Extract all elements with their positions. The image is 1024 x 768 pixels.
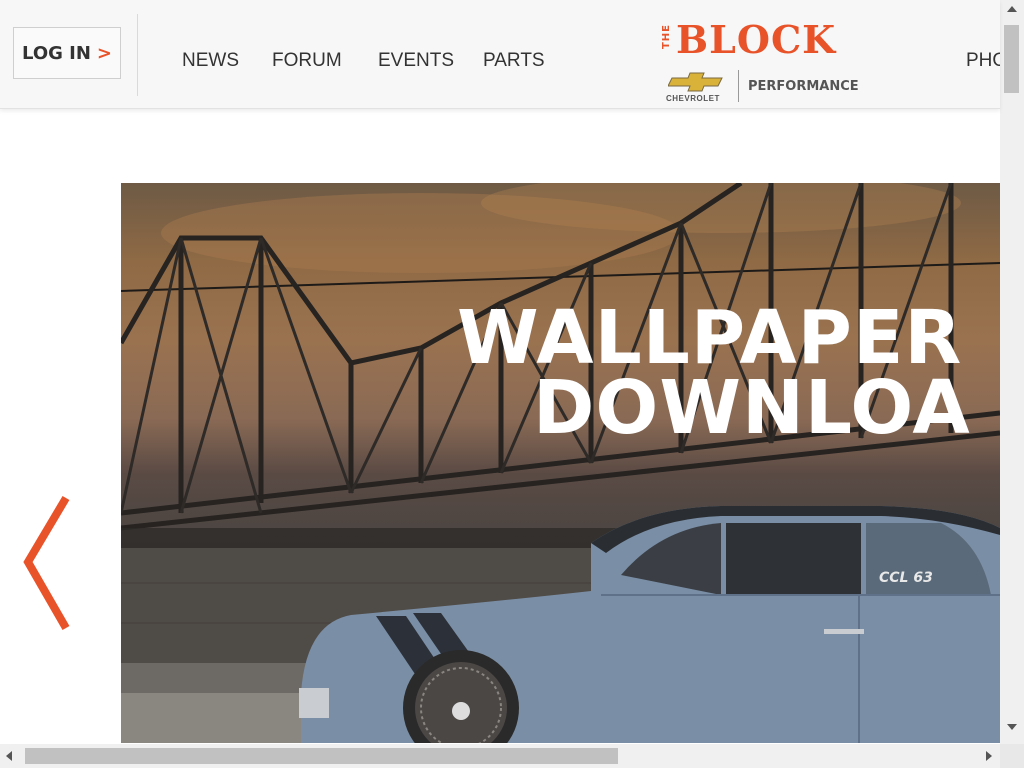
nav-events[interactable]: EVENTS xyxy=(378,50,454,72)
vertical-scrollbar[interactable] xyxy=(1000,0,1024,744)
site-header: LOG IN > NEWS FORUM EVENTS PARTS THE BLO… xyxy=(0,0,1000,109)
horizontal-scrollbar[interactable] xyxy=(0,744,1000,768)
window-plate-text: CCL 63 xyxy=(879,570,933,586)
logo-separator xyxy=(738,70,739,102)
logo-chevrolet: CHEVROLET xyxy=(666,94,720,103)
horizontal-scroll-thumb[interactable] xyxy=(25,748,618,764)
hero-title: WALLPAPER DOWNLOA xyxy=(457,301,971,451)
hero-banner[interactable]: CCL 63 WALLPAPER DOWNLOA xyxy=(121,183,1000,743)
logo-performance: PERFORMANCE xyxy=(748,79,859,94)
scroll-right-icon[interactable] xyxy=(986,751,992,761)
login-button[interactable]: LOG IN > xyxy=(13,27,121,79)
chevron-right-icon: > xyxy=(96,42,113,64)
site-logo[interactable]: THE BLOCK CHEVROLET PERFORMANCE xyxy=(661,17,859,106)
scroll-up-icon[interactable] xyxy=(1007,6,1017,12)
chevrolet-bowtie-icon xyxy=(668,72,723,92)
nav-forum[interactable]: FORUM xyxy=(272,50,342,72)
logo-the: THE xyxy=(661,24,672,50)
hero-scene xyxy=(121,183,1000,743)
nav-photos[interactable]: PHO xyxy=(966,50,1000,72)
header-divider xyxy=(137,14,138,96)
nav-news[interactable]: NEWS xyxy=(182,50,239,72)
chevron-left-icon[interactable] xyxy=(22,494,72,634)
logo-block: BLOCK xyxy=(676,17,837,62)
vertical-scroll-thumb[interactable] xyxy=(1004,25,1019,93)
scrollbar-corner xyxy=(1000,744,1024,768)
scroll-down-icon[interactable] xyxy=(1007,724,1017,730)
scroll-left-icon[interactable] xyxy=(6,751,12,761)
nav-parts[interactable]: PARTS xyxy=(483,50,545,72)
hero-title-line2: DOWNLOA xyxy=(533,365,971,451)
login-label: LOG IN xyxy=(21,42,91,64)
